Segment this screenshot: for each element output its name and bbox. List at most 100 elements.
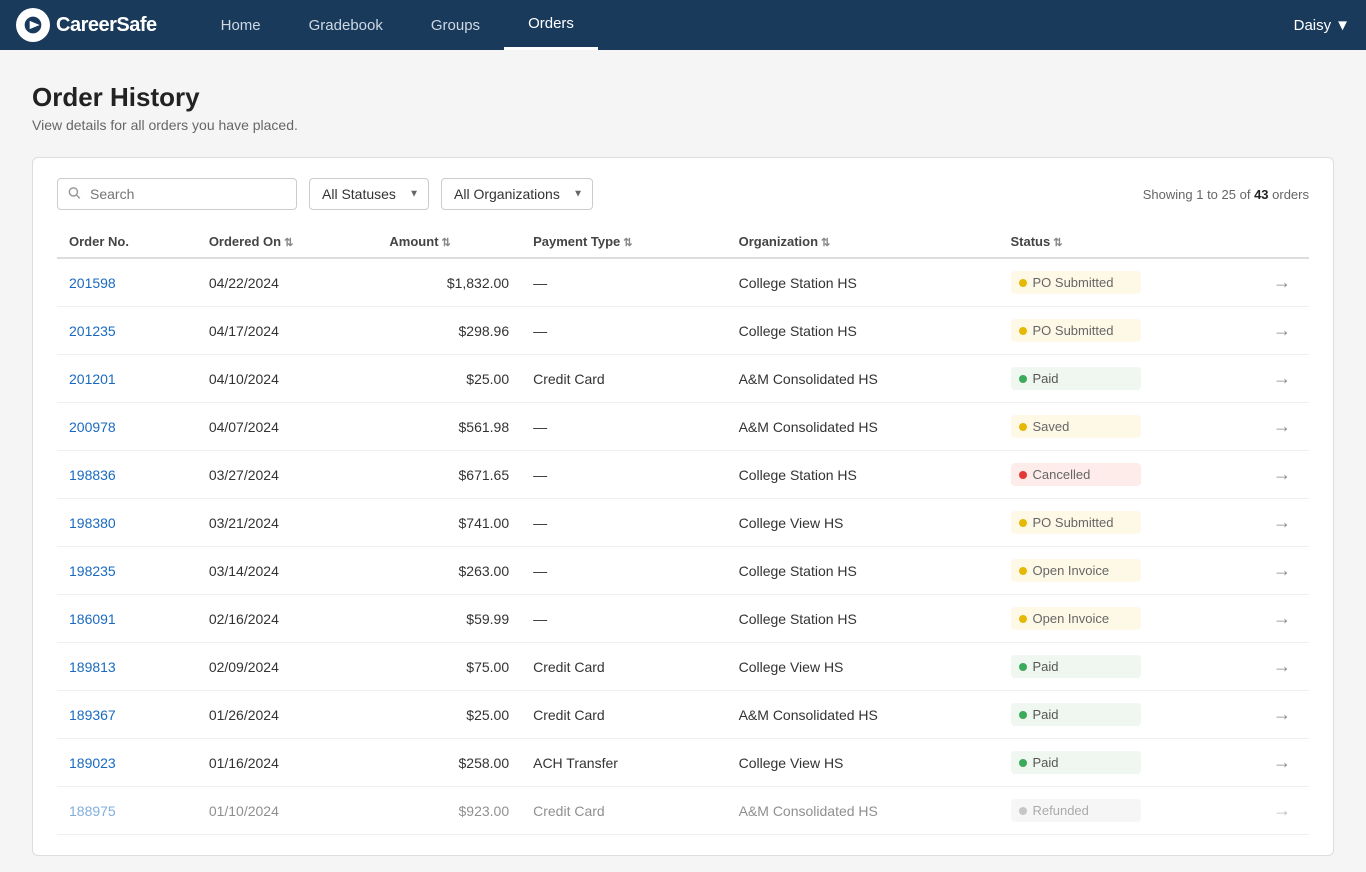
cell-arrow: →	[1255, 258, 1309, 307]
cell-payment-type: —	[521, 258, 726, 307]
status-dot	[1019, 711, 1027, 719]
order-link[interactable]: 201598	[69, 275, 116, 291]
navbar: CareerSafe Home Gradebook Groups Orders …	[0, 0, 1366, 50]
cell-order-no: 189367	[57, 691, 197, 739]
cell-organization: College Station HS	[727, 258, 999, 307]
cell-payment-type: —	[521, 595, 726, 643]
nav-orders[interactable]: Orders	[504, 0, 598, 50]
col-ordered-on[interactable]: Ordered On⇅	[197, 226, 378, 258]
cell-arrow: →	[1255, 739, 1309, 787]
cell-organization: College View HS	[727, 643, 999, 691]
status-badge: Refunded	[1011, 799, 1141, 822]
order-link[interactable]: 188975	[69, 803, 116, 819]
cell-ordered-on: 01/16/2024	[197, 739, 378, 787]
cell-ordered-on: 04/17/2024	[197, 307, 378, 355]
row-arrow-button[interactable]: →	[1267, 318, 1297, 343]
user-menu[interactable]: Daisy ▼	[1294, 17, 1350, 34]
cell-amount: $923.00	[377, 787, 521, 835]
cell-amount: $25.00	[377, 355, 521, 403]
cell-organization: College Station HS	[727, 595, 999, 643]
row-arrow-button[interactable]: →	[1267, 510, 1297, 535]
cell-organization: A&M Consolidated HS	[727, 691, 999, 739]
status-filter[interactable]: All Statuses	[309, 178, 429, 210]
cell-organization: College View HS	[727, 739, 999, 787]
cell-amount: $561.98	[377, 403, 521, 451]
row-arrow-button[interactable]: →	[1267, 606, 1297, 631]
cell-amount: $25.00	[377, 691, 521, 739]
cell-arrow: →	[1255, 787, 1309, 835]
nav-groups[interactable]: Groups	[407, 0, 504, 50]
cell-payment-type: —	[521, 499, 726, 547]
status-label: Open Invoice	[1033, 611, 1110, 626]
order-link[interactable]: 198380	[69, 515, 116, 531]
order-link[interactable]: 198235	[69, 563, 116, 579]
row-arrow-button[interactable]: →	[1267, 750, 1297, 775]
row-arrow-button[interactable]: →	[1267, 366, 1297, 391]
orders-table: Order No. Ordered On⇅ Amount⇅ Payment Ty…	[57, 226, 1309, 835]
col-order-no[interactable]: Order No.	[57, 226, 197, 258]
cell-ordered-on: 01/26/2024	[197, 691, 378, 739]
cell-status: PO Submitted	[999, 307, 1256, 355]
row-arrow-button[interactable]: →	[1267, 654, 1297, 679]
cell-order-no: 201598	[57, 258, 197, 307]
cell-amount: $263.00	[377, 547, 521, 595]
order-link[interactable]: 198836	[69, 467, 116, 483]
col-amount[interactable]: Amount⇅	[377, 226, 521, 258]
cell-ordered-on: 04/22/2024	[197, 258, 378, 307]
cell-ordered-on: 03/21/2024	[197, 499, 378, 547]
status-label: PO Submitted	[1033, 323, 1114, 338]
status-dot	[1019, 567, 1027, 575]
cell-arrow: →	[1255, 691, 1309, 739]
cell-status: Refunded	[999, 787, 1256, 835]
cell-amount: $258.00	[377, 739, 521, 787]
org-filter[interactable]: All Organizations	[441, 178, 593, 210]
cell-order-no: 200978	[57, 403, 197, 451]
order-link[interactable]: 200978	[69, 419, 116, 435]
status-label: Open Invoice	[1033, 563, 1110, 578]
order-link[interactable]: 186091	[69, 611, 116, 627]
order-link[interactable]: 189367	[69, 707, 116, 723]
cell-ordered-on: 02/16/2024	[197, 595, 378, 643]
order-link[interactable]: 201201	[69, 371, 116, 387]
col-status[interactable]: Status⇅	[999, 226, 1256, 258]
search-input[interactable]	[57, 178, 297, 210]
nav-gradebook[interactable]: Gradebook	[285, 0, 407, 50]
row-arrow-button[interactable]: →	[1267, 702, 1297, 727]
cell-order-no: 189813	[57, 643, 197, 691]
filters-row: All Statuses All Organizations Showing 1…	[57, 178, 1309, 210]
cell-organization: A&M Consolidated HS	[727, 787, 999, 835]
cell-amount: $1,832.00	[377, 258, 521, 307]
row-arrow-button[interactable]: →	[1267, 798, 1297, 823]
row-arrow-button[interactable]: →	[1267, 270, 1297, 295]
table-row: 198380 03/21/2024 $741.00 — College View…	[57, 499, 1309, 547]
cell-payment-type: Credit Card	[521, 787, 726, 835]
row-arrow-button[interactable]: →	[1267, 414, 1297, 439]
row-arrow-button[interactable]: →	[1267, 462, 1297, 487]
cell-payment-type: Credit Card	[521, 355, 726, 403]
status-badge: Paid	[1011, 703, 1141, 726]
user-name: Daisy	[1294, 17, 1332, 34]
status-dot	[1019, 759, 1027, 767]
cell-status: PO Submitted	[999, 258, 1256, 307]
cell-ordered-on: 02/09/2024	[197, 643, 378, 691]
cell-order-no: 186091	[57, 595, 197, 643]
table-row: 201201 04/10/2024 $25.00 Credit Card A&M…	[57, 355, 1309, 403]
logo-text: CareerSafe	[56, 14, 157, 37]
cell-arrow: →	[1255, 403, 1309, 451]
logo[interactable]: CareerSafe	[16, 8, 157, 42]
cell-amount: $741.00	[377, 499, 521, 547]
row-arrow-button[interactable]: →	[1267, 558, 1297, 583]
table-row: 189023 01/16/2024 $258.00 ACH Transfer C…	[57, 739, 1309, 787]
order-link[interactable]: 189023	[69, 755, 116, 771]
col-payment-type[interactable]: Payment Type⇅	[521, 226, 726, 258]
cell-ordered-on: 01/10/2024	[197, 787, 378, 835]
order-link[interactable]: 189813	[69, 659, 116, 675]
cell-amount: $75.00	[377, 643, 521, 691]
nav-home[interactable]: Home	[197, 0, 285, 50]
col-organization[interactable]: Organization⇅	[727, 226, 999, 258]
table-body: 201598 04/22/2024 $1,832.00 — College St…	[57, 258, 1309, 835]
showing-text: Showing 1 to 25 of 43 orders	[1143, 187, 1309, 202]
cell-order-no: 188975	[57, 787, 197, 835]
status-label: PO Submitted	[1033, 515, 1114, 530]
order-link[interactable]: 201235	[69, 323, 116, 339]
